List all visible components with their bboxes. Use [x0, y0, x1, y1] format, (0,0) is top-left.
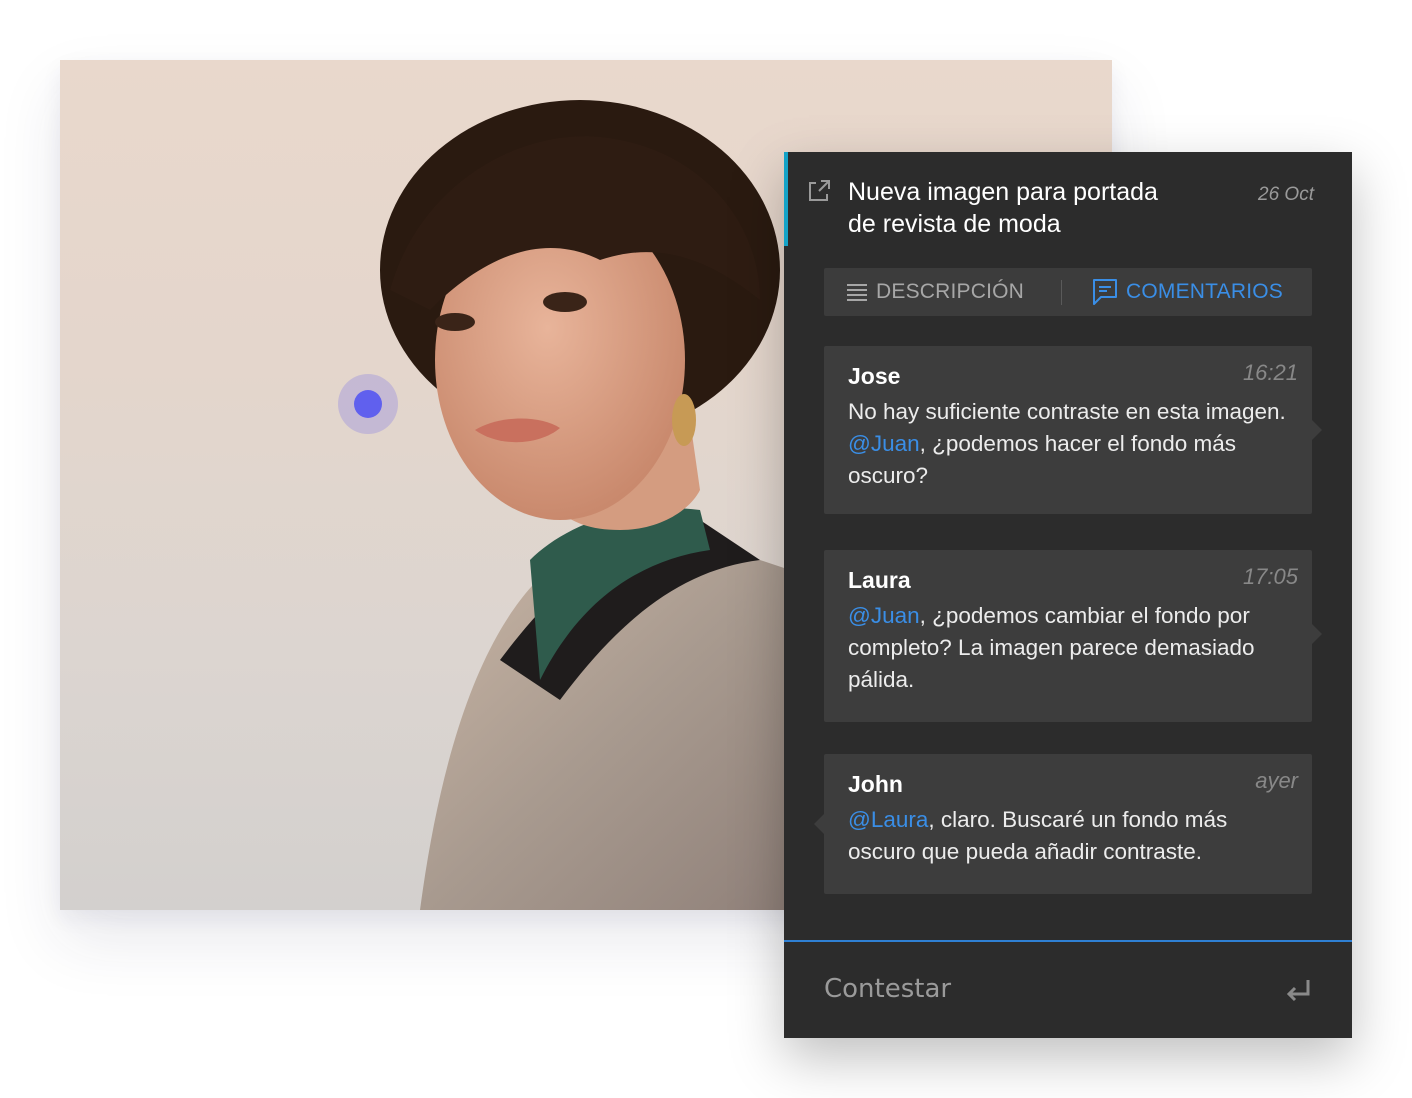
tab-comments[interactable]: COMENTARIOS — [1092, 268, 1283, 316]
comment-text: No hay suficiente contraste en esta imag… — [848, 399, 1286, 424]
speech-bubble-icon — [1093, 279, 1117, 305]
bubble-pointer — [1312, 420, 1322, 440]
comment-time: 17:05 — [1242, 564, 1298, 589]
annotation-pin[interactable] — [338, 374, 398, 434]
comment-body: @Laura, claro. Buscaré un fondo más oscu… — [848, 804, 1298, 868]
tab-comments-label: COMENTARIOS — [1126, 280, 1283, 303]
bubble-pointer — [814, 814, 824, 834]
lines-icon — [847, 284, 867, 301]
reply-input[interactable] — [822, 970, 1266, 1008]
bubble-pointer — [1312, 624, 1322, 644]
tab-bar: DESCRIPCIÓN COMENTARIOS — [824, 268, 1312, 316]
tab-divider — [1061, 280, 1062, 305]
comment-author: John — [848, 771, 903, 797]
comment-card[interactable]: John ayer @Laura, claro. Buscaré un fond… — [814, 754, 1312, 894]
mention-link[interactable]: @Juan — [848, 603, 920, 628]
comment-time: ayer — [1255, 768, 1298, 793]
comment-author: Laura — [848, 567, 911, 593]
tab-description-label: DESCRIPCIÓN — [876, 280, 1025, 303]
mention-link[interactable]: @Laura — [848, 807, 928, 832]
reply-divider — [784, 940, 1352, 942]
comment-body: No hay suficiente contraste en esta imag… — [848, 396, 1298, 492]
enter-icon[interactable] — [1284, 978, 1312, 1006]
mention-link[interactable]: @Juan — [848, 431, 920, 456]
comment-author: Jose — [848, 363, 901, 389]
post-title: Nueva imagen para portada de revista de … — [848, 176, 1208, 240]
comment-time: 16:21 — [1242, 360, 1298, 385]
comments-panel: Nueva imagen para portada de revista de … — [784, 152, 1352, 1038]
post-title-line-2: de revista de moda — [848, 210, 1061, 238]
post-title-line-1: Nueva imagen para portada — [848, 178, 1158, 206]
tab-description[interactable]: DESCRIPCIÓN — [846, 268, 1024, 316]
post-date: 26 Oct — [1258, 184, 1314, 205]
active-accent-bar — [784, 152, 788, 246]
comment-card[interactable]: Jose 16:21 No hay suficiente contraste e… — [824, 346, 1322, 514]
external-link-icon[interactable] — [806, 178, 832, 204]
comment-card[interactable]: Laura 17:05 @Juan, ¿podemos cambiar el f… — [824, 550, 1322, 722]
annotation-pin-dot — [354, 390, 382, 418]
comment-body: @Juan, ¿podemos cambiar el fondo por com… — [848, 600, 1298, 696]
